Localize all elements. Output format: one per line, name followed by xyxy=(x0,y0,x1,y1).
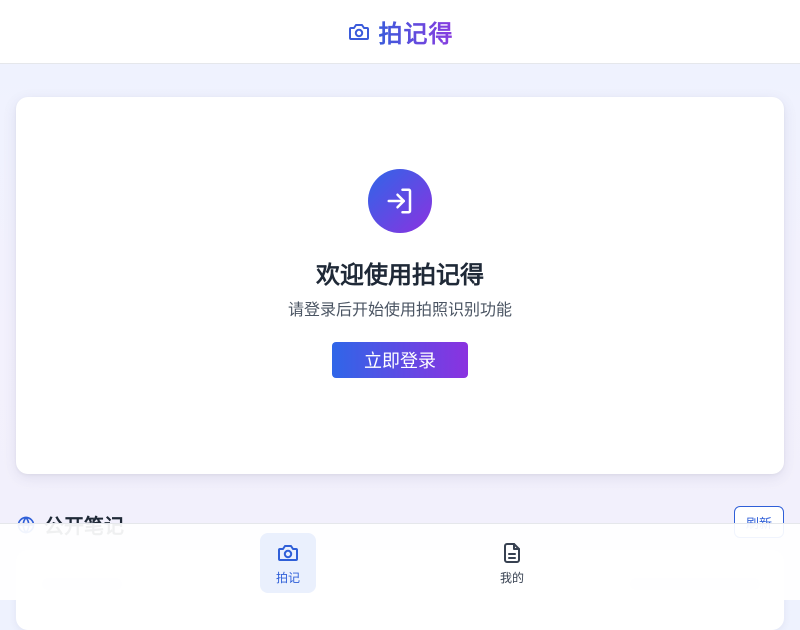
app-header: 拍记得 xyxy=(0,0,800,64)
welcome-subtitle: 请登录后开始使用拍照识别功能 xyxy=(287,300,512,319)
nav-item-mine[interactable]: 我的 xyxy=(484,533,540,593)
document-icon xyxy=(500,541,524,565)
app-title: 拍记得 xyxy=(379,14,454,49)
welcome-title: 欢迎使用拍记得 xyxy=(316,261,484,289)
nav-item-label: 拍记 xyxy=(275,570,300,585)
bottom-nav: 拍记 我的 xyxy=(0,523,800,600)
login-button[interactable]: 立即登录 xyxy=(332,342,468,378)
nav-item-capture[interactable]: 拍记 xyxy=(260,533,316,593)
login-card: 欢迎使用拍记得 请登录后开始使用拍照识别功能 立即登录 xyxy=(16,97,784,474)
nav-item-label: 我的 xyxy=(499,570,524,585)
camera-icon xyxy=(347,20,371,44)
camera-icon xyxy=(276,541,300,565)
login-icon xyxy=(368,169,432,233)
